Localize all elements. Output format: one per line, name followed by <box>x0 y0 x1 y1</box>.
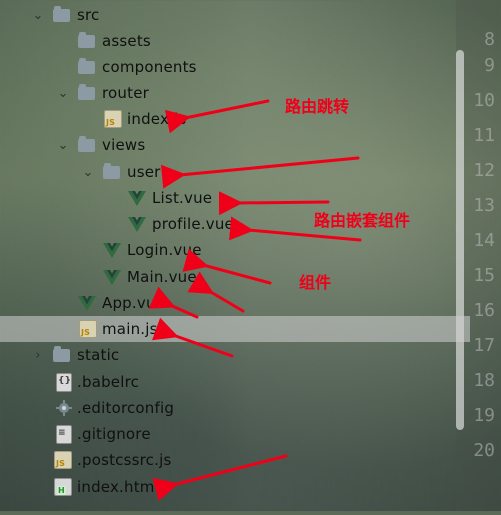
tree-item-label: main.js <box>102 320 158 338</box>
tree-item-label: List.vue <box>152 189 213 207</box>
chevron-down-icon[interactable]: ⌄ <box>80 164 96 180</box>
chevron-right-icon[interactable]: › <box>30 347 46 363</box>
js-file-icon: JS <box>79 320 97 338</box>
tree-item-views[interactable]: ⌄ views <box>0 132 470 158</box>
tree-item-label: src <box>77 6 100 24</box>
json-file-icon: {} <box>55 372 73 392</box>
tree-item-components[interactable]: components <box>0 54 470 80</box>
tree-item-router[interactable]: ⌄ router <box>0 80 470 106</box>
line-number: 9 <box>484 55 495 76</box>
line-number: 19 <box>473 405 495 426</box>
tree-item-label: user <box>127 163 161 181</box>
line-number: 11 <box>473 125 495 146</box>
tree-item-label: router <box>102 84 149 102</box>
tree-item-label: components <box>102 58 197 76</box>
tree-item-babelrc[interactable]: {} .babelrc <box>0 369 470 395</box>
tree-item-login-vue[interactable]: Login.vue <box>0 237 470 263</box>
tree-item-label: .postcssrc.js <box>77 451 172 469</box>
chevron-down-icon[interactable]: ⌄ <box>30 7 46 23</box>
line-number: 14 <box>473 230 495 251</box>
js-file-icon: JS <box>54 451 72 469</box>
line-number: 10 <box>473 90 495 111</box>
folder-icon <box>77 31 95 50</box>
folder-icon <box>77 135 95 154</box>
tree-item-label: .editorconfig <box>77 399 175 417</box>
tree-item-label: assets <box>102 32 151 50</box>
tree-item-label: index.js <box>127 110 187 128</box>
folder-icon <box>102 162 120 181</box>
chevron-down-icon[interactable]: ⌄ <box>55 137 71 153</box>
tree-item-label: Main.vue <box>127 268 197 286</box>
html-file-icon: H <box>54 478 72 496</box>
vue-file-icon <box>78 294 96 312</box>
tree-item-index-html[interactable]: H index.html <box>0 474 470 500</box>
tree-item-label: index.html <box>77 478 159 496</box>
vue-file-icon <box>128 215 146 233</box>
tree-item-user[interactable]: ⌄ user <box>0 159 470 185</box>
tree-item-profile-vue[interactable]: profile.vue <box>0 211 470 237</box>
line-number: 18 <box>473 370 495 391</box>
line-number: 20 <box>473 440 495 461</box>
tree-item-postcssrc-js[interactable]: JS .postcssrc.js <box>0 447 470 473</box>
tree-item-label: App.vue <box>102 294 166 312</box>
tree-item-static[interactable]: › static <box>0 342 470 368</box>
tree-item-label: views <box>102 136 146 154</box>
tree-item-main-js[interactable]: JS main.js <box>0 316 470 342</box>
tree-item-label: .babelrc <box>77 373 140 391</box>
text-file-icon: ≡ <box>55 424 73 444</box>
tree-item-main-vue[interactable]: Main.vue <box>0 264 470 290</box>
line-number: 13 <box>473 195 495 216</box>
chevron-down-icon[interactable]: ⌄ <box>55 85 71 101</box>
tree-item-assets[interactable]: assets <box>0 28 470 54</box>
folder-icon <box>52 5 70 24</box>
tree-item-editorconfig[interactable]: .editorconfig <box>0 395 470 421</box>
gear-icon <box>55 399 73 417</box>
js-file-icon: JS <box>104 110 122 128</box>
tree-item-src[interactable]: ⌄ src <box>0 2 470 28</box>
tree-item-gitignore[interactable]: ≡ .gitignore <box>0 421 470 447</box>
tree-item-label: Login.vue <box>127 241 202 259</box>
line-number: 16 <box>473 300 495 321</box>
vue-file-icon <box>103 268 121 286</box>
project-file-tree: ⌄ src assets components ⌄ router JS inde… <box>0 0 470 511</box>
line-number: 15 <box>473 265 495 286</box>
tree-item-label: .gitignore <box>77 425 151 443</box>
tree-item-label: profile.vue <box>152 215 234 233</box>
folder-icon <box>52 345 70 364</box>
vue-file-icon <box>103 241 121 259</box>
tree-item-label: static <box>77 346 120 364</box>
vue-file-icon <box>128 189 146 207</box>
line-number: 8 <box>484 29 495 50</box>
line-number: 12 <box>473 160 495 181</box>
tree-item-app-vue[interactable]: App.vue <box>0 290 470 316</box>
tree-item-list-vue[interactable]: List.vue <box>0 185 470 211</box>
tree-item-index-js[interactable]: JS index.js <box>0 106 470 132</box>
folder-icon <box>77 83 95 102</box>
folder-icon <box>77 57 95 76</box>
line-number: 17 <box>473 335 495 356</box>
